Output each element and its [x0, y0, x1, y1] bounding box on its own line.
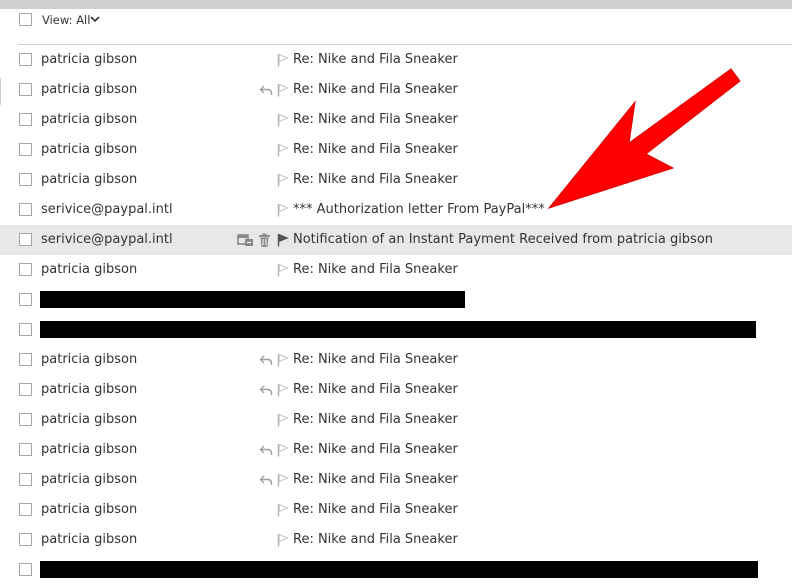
flag-icon[interactable]: [277, 45, 289, 75]
message-sender: patricia gibson: [41, 352, 138, 367]
row-checkbox[interactable]: [19, 53, 32, 66]
flag-icon[interactable]: [277, 75, 289, 105]
row-checkbox[interactable]: [19, 563, 32, 576]
row-checkbox[interactable]: [19, 263, 32, 276]
message-row[interactable]: patricia gibson Re: Nike and Fila Sneaker: [0, 435, 792, 465]
row-checkbox[interactable]: [19, 503, 32, 516]
message-subject: Re: Nike and Fila Sneaker: [293, 442, 458, 457]
row-checkbox[interactable]: [19, 473, 32, 486]
message-subject: Re: Nike and Fila Sneaker: [293, 52, 458, 67]
view-filter-label[interactable]: View: All: [42, 13, 90, 27]
message-sender: patricia gibson: [41, 412, 138, 427]
message-sender: patricia gibson: [41, 442, 138, 457]
flag-icon[interactable]: [277, 165, 289, 195]
reply-icon: [259, 75, 273, 105]
reply-icon: [259, 375, 273, 405]
row-checkbox[interactable]: [19, 173, 32, 186]
message-row[interactable]: patricia gibson Re: Nike and Fila Sneaker: [0, 45, 792, 75]
message-sender: serivice@paypal.intl: [41, 202, 173, 217]
message-sender: patricia gibson: [41, 532, 138, 547]
message-subject: Re: Nike and Fila Sneaker: [293, 532, 458, 547]
flag-icon[interactable]: [277, 435, 289, 465]
message-subject: Re: Nike and Fila Sneaker: [293, 412, 458, 427]
flag-icon[interactable]: [277, 525, 289, 555]
message-sender: serivice@paypal.intl: [41, 232, 173, 247]
flag-icon[interactable]: [277, 135, 289, 165]
row-checkbox[interactable]: [19, 323, 32, 336]
message-row[interactable]: patricia gibson Re: Nike and Fila Sneaker: [0, 525, 792, 555]
message-row[interactable]: patricia gibson Re: Nike and Fila Sneaker: [0, 75, 792, 105]
reply-icon: [259, 435, 273, 465]
redaction-bar: [40, 561, 758, 578]
flag-icon[interactable]: [277, 405, 289, 435]
flag-icon[interactable]: [277, 225, 289, 255]
top-scroll-bar: [0, 0, 792, 9]
row-checkbox[interactable]: [19, 353, 32, 366]
flag-icon[interactable]: [277, 195, 289, 225]
row-checkbox[interactable]: [19, 233, 32, 246]
message-sender: patricia gibson: [41, 472, 138, 487]
row-checkbox[interactable]: [19, 533, 32, 546]
message-subject: *** Authorization letter From PayPal***: [293, 202, 545, 217]
message-subject: Re: Nike and Fila Sneaker: [293, 352, 458, 367]
reply-icon: [259, 345, 273, 375]
flag-icon[interactable]: [277, 375, 289, 405]
message-row[interactable]: patricia gibson Re: Nike and Fila Sneaker: [0, 105, 792, 135]
row-checkbox[interactable]: [19, 413, 32, 426]
message-subject: Notification of an Instant Payment Recei…: [293, 232, 714, 247]
message-row[interactable]: patricia gibson Re: Nike and Fila Sneaker: [0, 465, 792, 495]
message-row[interactable]: patricia gibson Re: Nike and Fila Sneaker: [0, 495, 792, 525]
message-subject: Re: Nike and Fila Sneaker: [293, 502, 458, 517]
message-sender: patricia gibson: [41, 82, 138, 97]
message-subject: Re: Nike and Fila Sneaker: [293, 262, 458, 277]
message-row[interactable]: patricia gibson Re: Nike and Fila Sneaker: [0, 375, 792, 405]
redaction-bar: [40, 291, 465, 308]
message-row-redacted[interactable]: [0, 555, 792, 585]
chevron-down-icon[interactable]: [90, 14, 100, 24]
message-sender: patricia gibson: [41, 262, 138, 277]
row-checkbox[interactable]: [19, 293, 32, 306]
message-row[interactable]: patricia gibson Re: Nike and Fila Sneaker: [0, 165, 792, 195]
message-row[interactable]: serivice@paypal.intl Notification of an I…: [0, 225, 792, 255]
flag-icon[interactable]: [277, 465, 289, 495]
message-list: patricia gibson Re: Nike and Fila Sneaker…: [0, 45, 792, 585]
flag-icon[interactable]: [277, 255, 289, 285]
redaction-bar: [40, 321, 756, 338]
reply-icon: [259, 465, 273, 495]
message-row[interactable]: patricia gibson Re: Nike and Fila Sneaker: [0, 405, 792, 435]
row-checkbox[interactable]: [19, 443, 32, 456]
row-checkbox[interactable]: [19, 113, 32, 126]
message-sender: patricia gibson: [41, 112, 138, 127]
message-sender: patricia gibson: [41, 142, 138, 157]
message-sender: patricia gibson: [41, 172, 138, 187]
message-sender: patricia gibson: [41, 382, 138, 397]
calendar-move-icon[interactable]: [237, 225, 254, 255]
message-subject: Re: Nike and Fila Sneaker: [293, 142, 458, 157]
row-checkbox[interactable]: [19, 83, 32, 96]
row-checkbox[interactable]: [19, 203, 32, 216]
row-checkbox[interactable]: [19, 143, 32, 156]
message-row-redacted[interactable]: [0, 315, 792, 345]
message-row-redacted[interactable]: [0, 285, 792, 315]
flag-icon[interactable]: [277, 105, 289, 135]
view-toolbar: View: All: [0, 9, 792, 45]
message-row[interactable]: patricia gibson Re: Nike and Fila Sneaker: [0, 255, 792, 285]
trash-icon[interactable]: [258, 225, 271, 255]
message-subject: Re: Nike and Fila Sneaker: [293, 82, 458, 97]
message-subject: Re: Nike and Fila Sneaker: [293, 172, 458, 187]
select-all-checkbox[interactable]: [19, 13, 32, 26]
message-row[interactable]: serivice@paypal.intl *** Authorization le…: [0, 195, 792, 225]
message-subject: Re: Nike and Fila Sneaker: [293, 472, 458, 487]
message-subject: Re: Nike and Fila Sneaker: [293, 112, 458, 127]
message-subject: Re: Nike and Fila Sneaker: [293, 382, 458, 397]
flag-icon[interactable]: [277, 345, 289, 375]
message-sender: patricia gibson: [41, 52, 138, 67]
row-checkbox[interactable]: [19, 383, 32, 396]
flag-icon[interactable]: [277, 495, 289, 525]
message-row[interactable]: patricia gibson Re: Nike and Fila Sneaker: [0, 135, 792, 165]
message-row[interactable]: patricia gibson Re: Nike and Fila Sneaker: [0, 345, 792, 375]
message-sender: patricia gibson: [41, 502, 138, 517]
